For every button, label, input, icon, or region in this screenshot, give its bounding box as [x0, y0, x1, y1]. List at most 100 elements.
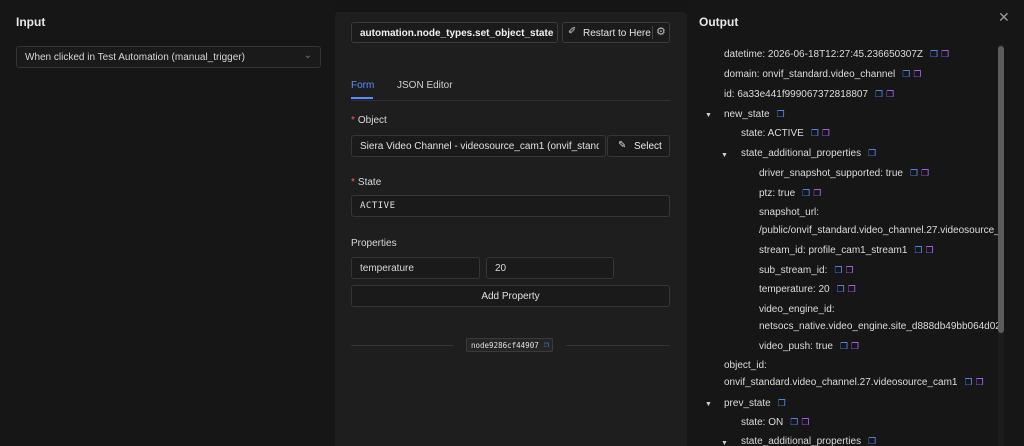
tree-row-text: state_additional_properties [741, 148, 862, 159]
state-input[interactable]: ACTIVE [351, 195, 670, 217]
copy-icon[interactable]: ❐ [910, 168, 918, 178]
tab-form[interactable]: Form [351, 80, 374, 91]
tree-row-text: video_push: true [759, 341, 833, 352]
tree-row-text: snapshot_url: [759, 207, 820, 218]
select-object-button[interactable]: ✎ Select [607, 135, 670, 157]
copy-icon[interactable]: ❐ [777, 109, 785, 119]
tree-row-text: object_id: [724, 360, 767, 371]
copy-icon[interactable]: ❐ [840, 341, 848, 351]
required-marker: * [351, 115, 355, 126]
copy-icon[interactable]: ❐ [902, 69, 910, 79]
copy-icon[interactable]: ❐ [868, 436, 876, 446]
tree-row: snapshot_url: [759, 207, 819, 218]
caret-down-icon[interactable]: ▼ [721, 152, 728, 159]
tab-json-editor[interactable]: JSON Editor [397, 80, 453, 91]
gear-icon[interactable]: ⚙ [656, 25, 666, 38]
copy-path-icon[interactable]: ❐ [813, 188, 821, 198]
tree-row: ptz: true ❐ ❐ [759, 188, 821, 199]
tree-row[interactable]: new_state ❐ [724, 109, 785, 120]
tree-row: temperature: 20 ❐ ❐ [759, 284, 856, 295]
copy-path-icon[interactable]: ❐ [822, 128, 830, 138]
tree-row: driver_snapshot_supported: true ❐ ❐ [759, 168, 929, 179]
tree-row: video_engine_id: [759, 304, 835, 315]
copy-path-icon[interactable]: ❐ [801, 417, 809, 427]
copy-icon[interactable]: ❐ [914, 245, 922, 255]
select-button-label: Select [634, 141, 662, 152]
tree-row-text: sub_stream_id: [759, 265, 828, 276]
output-tree: datetime: 2026-06-18T12:27:45.236650307Z… [700, 44, 1000, 446]
copy-icon[interactable]: ❐ [930, 49, 938, 59]
active-tab-indicator [351, 97, 373, 99]
tree-row-text: new_state [724, 109, 770, 120]
copy-icon[interactable]: ❐ [965, 377, 973, 387]
copy-icon[interactable]: ❐ [811, 128, 819, 138]
node-config-panel [335, 12, 687, 446]
close-icon[interactable]: ✕ [998, 9, 1010, 26]
divider [351, 345, 453, 346]
copy-path-icon[interactable]: ❐ [913, 69, 921, 79]
property-value-value: 20 [495, 263, 507, 274]
copy-path-icon[interactable]: ❐ [976, 377, 984, 387]
output-title: Output [699, 15, 739, 29]
copy-icon[interactable]: ❐ [837, 284, 845, 294]
copy-path-icon[interactable]: ❐ [925, 245, 933, 255]
copy-path-icon[interactable]: ❐ [921, 168, 929, 178]
restart-icon: ✐ [568, 26, 577, 37]
tree-row-text: /public/onvif_standard.video_channel.27.… [759, 225, 1000, 236]
chevron-down-icon: ⌄ [303, 50, 312, 61]
tree-row-text: ptz: true [759, 188, 796, 199]
tree-row: state: ACTIVE ❐ ❐ [741, 128, 830, 139]
property-key-input[interactable]: temperature [351, 257, 480, 279]
restart-to-here-button[interactable]: ✐ Restart to Here ⚙ [562, 22, 670, 43]
restart-label: Restart to Here [583, 28, 651, 39]
tree-row[interactable]: prev_state ❐ [724, 398, 786, 409]
copy-icon[interactable]: ❐ [544, 340, 549, 349]
property-value-input[interactable]: 20 [486, 257, 614, 279]
tree-row: stream_id: profile_cam1_stream1 ❐ ❐ [759, 245, 934, 256]
caret-down-icon[interactable]: ▼ [705, 401, 712, 408]
tree-row: video_push: true ❐ ❐ [759, 341, 859, 352]
tree-row-text: id: 6a33e441f999067372818807 [724, 89, 869, 100]
object-field-label: * Object [351, 115, 387, 126]
copy-path-icon[interactable]: ❐ [941, 49, 949, 59]
tree-row: sub_stream_id: ❐ ❐ [759, 265, 854, 276]
tree-row-text: netsocs_native.video_engine.site_d888db4… [759, 321, 1000, 332]
output-scrollbar-thumb[interactable] [998, 46, 1004, 333]
node-id-chip[interactable]: node9286cf44907 ❐ [466, 338, 553, 352]
caret-down-icon[interactable]: ▼ [721, 440, 728, 446]
tree-row-text: video_engine_id: [759, 304, 835, 315]
caret-down-icon[interactable]: ▼ [705, 112, 712, 119]
add-property-button[interactable]: Add Property [351, 285, 670, 307]
trigger-select[interactable]: When clicked in Test Automation (manual_… [16, 46, 321, 68]
copy-path-icon[interactable]: ❐ [848, 284, 856, 294]
tree-row-text: state: ACTIVE [741, 128, 804, 139]
tree-row: /public/onvif_standard.video_channel.27.… [759, 225, 1000, 236]
tree-row: state: ON ❐ ❐ [741, 417, 809, 428]
node-id-text: node9286cf44907 [471, 341, 539, 350]
tree-row-text: datetime: 2026-06-18T12:27:45.236650307Z [724, 49, 924, 60]
tree-row: netsocs_native.video_engine.site_d888db4… [759, 321, 1000, 332]
copy-icon[interactable]: ❐ [802, 188, 810, 198]
tree-row: object_id: [724, 360, 767, 371]
state-input-value: ACTIVE [360, 201, 396, 211]
required-marker: * [351, 177, 355, 188]
copy-icon[interactable]: ❐ [790, 417, 798, 427]
tree-row: onvif_standard.video_channel.27.videosou… [724, 377, 984, 388]
property-key-value: temperature [360, 263, 414, 274]
copy-icon[interactable]: ❐ [875, 89, 883, 99]
copy-icon[interactable]: ❐ [778, 398, 786, 408]
copy-path-icon[interactable]: ❐ [886, 89, 894, 99]
tree-row: id: 6a33e441f999067372818807 ❐ ❐ [724, 89, 894, 100]
tree-row-text: driver_snapshot_supported: true [759, 168, 903, 179]
copy-path-icon[interactable]: ❐ [845, 265, 853, 275]
copy-icon[interactable]: ❐ [868, 148, 876, 158]
copy-icon[interactable]: ❐ [834, 265, 842, 275]
copy-path-icon[interactable]: ❐ [851, 341, 859, 351]
node-type-label: automation.node_types.set_object_state [360, 28, 554, 39]
divider [652, 26, 653, 39]
object-input[interactable]: Siera Video Channel - videosource_cam1 (… [351, 135, 606, 157]
tree-row[interactable]: state_additional_properties ❐ [741, 436, 876, 446]
tree-row-text: domain: onvif_standard.video_channel [724, 69, 896, 80]
node-type-field[interactable]: automation.node_types.set_object_state [351, 22, 558, 43]
tree-row[interactable]: state_additional_properties ❐ [741, 148, 876, 159]
